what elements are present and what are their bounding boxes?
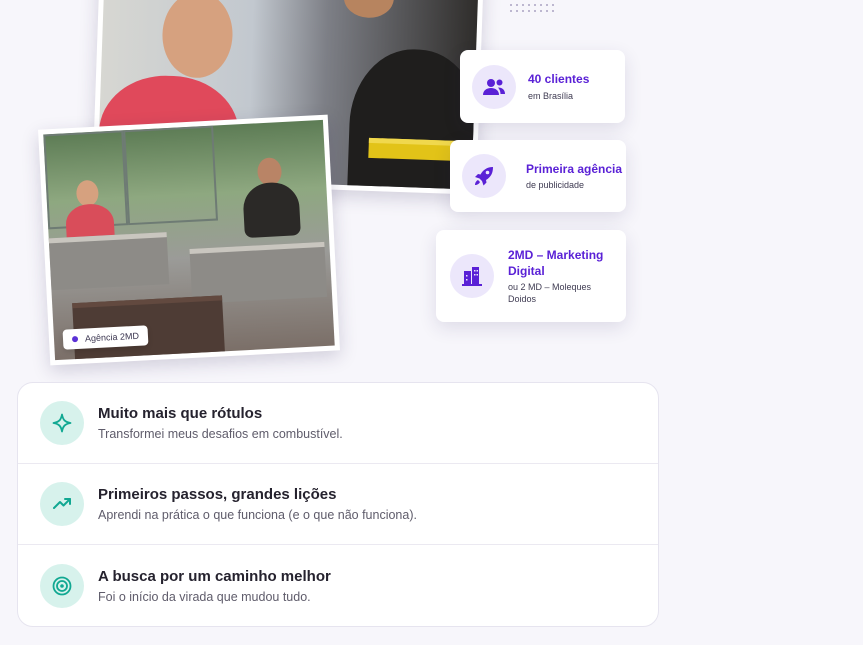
- feature-item: Primeiros passos, grandes lições Aprendi…: [18, 464, 658, 545]
- rocket-icon: [462, 154, 506, 198]
- feature-description: Foi o início da virada que mudou tudo.: [98, 589, 311, 604]
- feature-item: Muito mais que rótulos Transformei meus …: [18, 383, 658, 464]
- stat-card-2md: 2MD – Marketing Digital ou 2 MD – Molequ…: [436, 230, 626, 322]
- feature-list: Muito mais que rótulos Transformei meus …: [17, 382, 659, 627]
- users-icon: [472, 64, 516, 109]
- stat-title: 2MD – Marketing Digital: [508, 247, 604, 278]
- feature-title: A busca por um caminho melhor: [98, 567, 331, 585]
- target-icon: [40, 563, 84, 608]
- photo-caption: Agência 2MD: [84, 330, 140, 344]
- stat-card-clients: 40 clientes em Brasília: [460, 50, 625, 123]
- stat-title: Primeira agência: [526, 161, 623, 176]
- trending-up-icon: [40, 482, 84, 526]
- feature-title: Primeiros passos, grandes lições: [98, 486, 337, 503]
- stat-title: 40 clientes: [528, 72, 590, 87]
- buildings-icon: [450, 254, 494, 298]
- feature-title: Muito mais que rótulos: [98, 405, 263, 422]
- tag-dot: [71, 335, 79, 343]
- agency-office-photo: Agência 2MD: [38, 114, 340, 366]
- stat-card-first-agency: Primeira agência de publicidade: [450, 140, 626, 212]
- feature-description: Transformei meus desafios em combustível…: [98, 427, 343, 441]
- hero-section: Agência 2MD 40 clientes em Brasília Prim…: [0, 0, 660, 370]
- stat-subtitle: em Brasília: [528, 90, 574, 101]
- feature-description: Aprendi na prática o que funciona (e o q…: [98, 508, 417, 522]
- stat-subtitle: ou 2 MD – Moleques Doidos: [508, 282, 592, 305]
- dot-pattern: [508, 2, 554, 14]
- feature-item: A busca por um caminho melhor Foi o iníc…: [18, 545, 658, 626]
- stat-subtitle: de publicidade: [526, 180, 585, 191]
- sparkle-icon: [40, 401, 84, 445]
